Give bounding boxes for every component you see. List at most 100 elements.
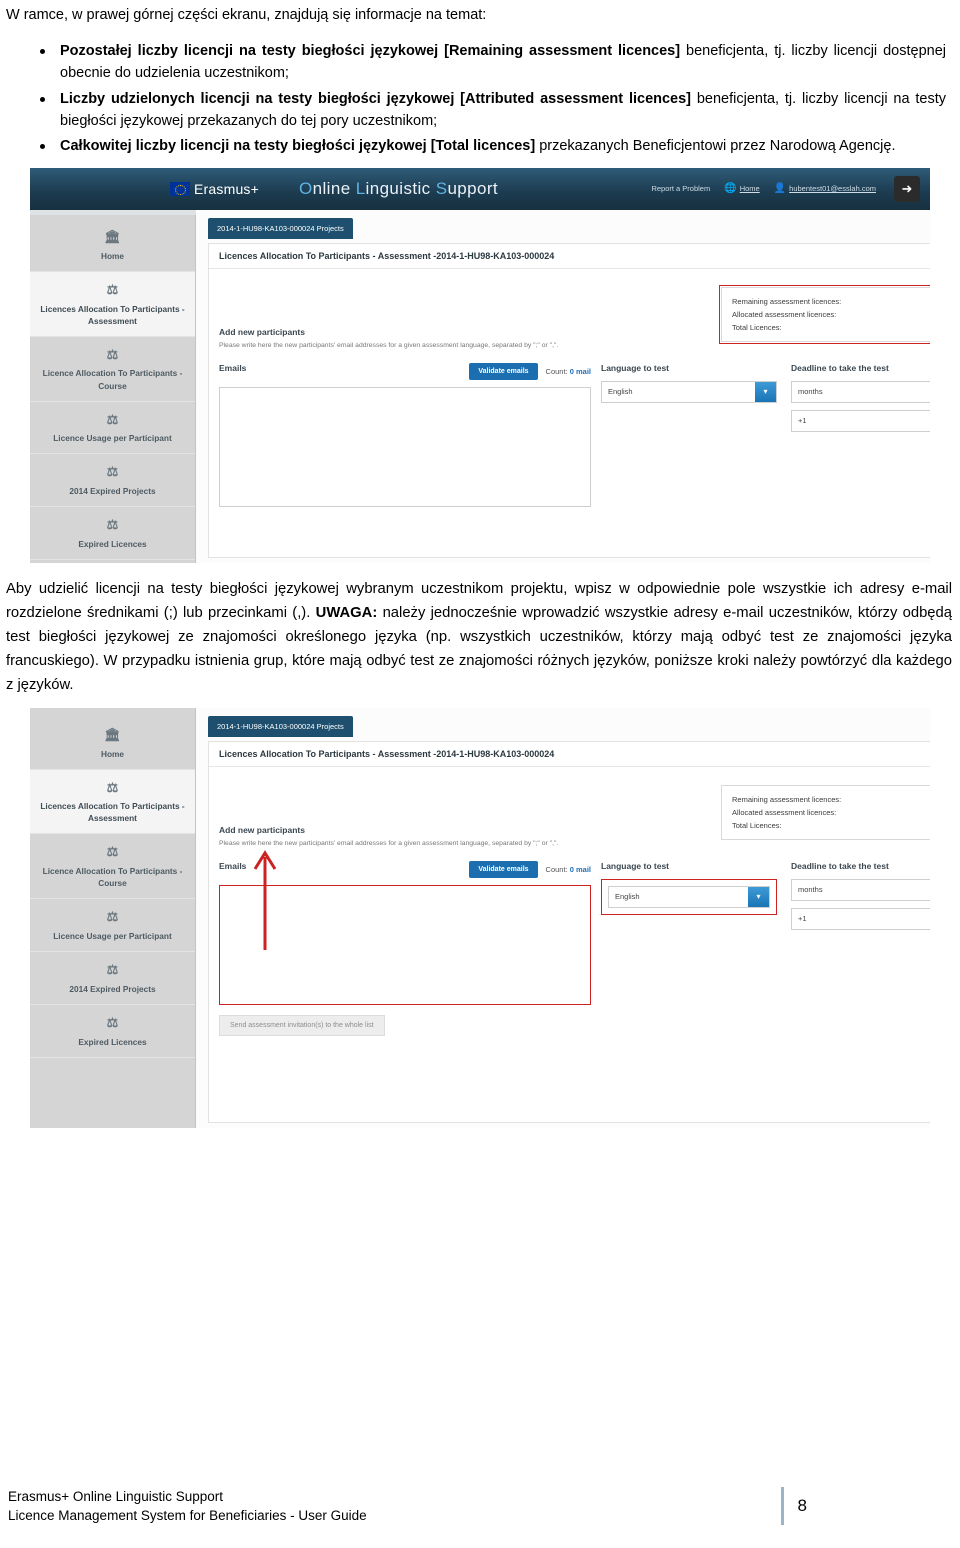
sidebar-item-label: Licences Allocation To Participants - As… (40, 801, 185, 824)
sidebar-item-home[interactable]: 🏛 Home (30, 712, 195, 770)
bullet-3-rest: przekazanych Beneficjentowi przez Narodo… (535, 138, 896, 155)
sidebar-item-licences-allocation-assessment[interactable]: ⚖ Licences Allocation To Participants - … (30, 769, 195, 835)
licence-label: Allocated assessment licences: (732, 807, 837, 817)
title-inguistic: inguistic (365, 178, 436, 198)
title-s: S (435, 178, 448, 198)
panel-body: Remaining assessment licences: 43 Alloca… (209, 269, 930, 507)
deadline-unit-select[interactable]: months ▾ (791, 878, 930, 901)
licence-summary-box: Remaining assessment licences: 43 Alloca… (721, 784, 930, 841)
count-prefix: Count: (545, 865, 570, 875)
licence-icon: ⚖ (106, 281, 119, 297)
emails-textarea[interactable] (219, 386, 591, 507)
sidebar-item-expired-licences[interactable]: ⚖ Expired Licences (30, 1005, 195, 1058)
body-paragraph: Aby udzielić licencji na testy biegłości… (6, 578, 952, 698)
sidebar-item-label: Expired Licences (78, 539, 147, 550)
language-selected-value: English (608, 387, 633, 397)
licence-icon: ⚖ (106, 909, 119, 925)
bullet-1-bold: Pozostałej liczby licencji na testy bieg… (60, 42, 681, 59)
licence-icon: ⚖ (106, 962, 119, 978)
language-label: Language to test (601, 860, 670, 871)
sidebar-item-licence-usage[interactable]: ⚖ Licence Usage per Participant (30, 899, 195, 953)
app-screenshot-top: Erasmus+ Online Linguistic Support Repor… (30, 167, 930, 568)
licence-icon: ⚖ (106, 844, 119, 860)
licence-row-allocated: Allocated assessment licences: 57 (732, 308, 930, 321)
main-content: 2014-1-HU98-KA103-000024 Projects Licenc… (196, 209, 930, 563)
deadline-label: Deadline to take the test (791, 860, 889, 871)
licence-icon: ⚖ (106, 517, 119, 533)
footer-page-area: 8 (780, 1486, 807, 1525)
sidebar-item-label: Home (100, 250, 125, 261)
sidebar-item-licence-allocation-course[interactable]: ⚖ Licence Allocation To Participants - C… (30, 834, 195, 900)
chevron-down-icon[interactable]: ▾ (755, 381, 776, 402)
chevron-down-icon[interactable]: ▾ (748, 886, 769, 907)
emails-column: Emails Validate emails Count: 0 mail (219, 363, 591, 507)
language-select[interactable]: English ▾ (601, 380, 777, 403)
sidebar-item-home[interactable]: 🏛 Home (30, 214, 195, 272)
add-participants-hint: Please write here the new participants' … (219, 341, 559, 349)
list-item: Pozostałej liczby licencji na testy bieg… (40, 40, 948, 85)
sidebar-item-licence-allocation-course[interactable]: ⚖ Licence Allocation To Participants - C… (30, 337, 195, 402)
licence-row-allocated: Allocated assessment licences: 57 (732, 806, 930, 819)
language-select[interactable]: English ▾ (608, 885, 770, 908)
licence-icon: ⚖ (106, 464, 119, 480)
licence-row-remaining: Remaining assessment licences: 43 (732, 295, 930, 308)
list-item: Liczby udzielonych licencji na testy bie… (40, 88, 948, 133)
deadline-unit-select[interactable]: months ▾ (791, 380, 930, 403)
count-prefix: Count: (545, 367, 570, 377)
paragraph-emphasis: UWAGA: (315, 604, 378, 621)
validate-emails-button[interactable]: Validate emails (469, 861, 538, 879)
sidebar-item-expired-projects[interactable]: ⚖ 2014 Expired Projects (30, 952, 195, 1006)
panel-body: Remaining assessment licences: 43 Alloca… (209, 767, 930, 1036)
sidebar: 🏛 Home ⚖ Licences Allocation To Particip… (30, 209, 196, 563)
content-panel: Licences Allocation To Participants - As… (208, 242, 930, 558)
app-navbar: Erasmus+ Online Linguistic Support Repor… (30, 167, 930, 215)
bullet-list: Pozostałej liczby licencji na testy bieg… (4, 40, 948, 158)
licence-row-remaining: Remaining assessment licences: 43 (732, 793, 930, 806)
sidebar-item-licences-allocation-assessment[interactable]: ⚖ Licences Allocation To Participants - … (30, 271, 195, 337)
emails-label: Emails (219, 362, 247, 373)
licence-label: Total Licences: (732, 821, 782, 830)
sidebar: 🏛 Home ⚖ Licences Allocation To Particip… (30, 707, 196, 1128)
app-body: 🏛 Home ⚖ Licences Allocation To Particip… (30, 209, 930, 563)
title-l: L (355, 178, 366, 198)
logout-icon[interactable]: ➜ (894, 175, 920, 202)
count-value: 0 mail (569, 865, 591, 875)
language-label: Language to test (601, 362, 670, 373)
deadline-amount-select[interactable]: +1 ▾ (791, 409, 930, 432)
bullet-3-bold: Całkowitej liczby licencji na testy bieg… (60, 138, 536, 155)
licence-icon: ⚖ (106, 411, 119, 427)
send-invitations-button[interactable]: Send assessment invitation(s) to the who… (219, 1014, 385, 1036)
deadline-column: Deadline to take the test months ▾ +1 ▾ (777, 861, 930, 1036)
project-tab[interactable]: 2014-1-HU98-KA103-000024 Projects (208, 217, 353, 239)
page-number: 8 (797, 1495, 807, 1515)
user-account-link[interactable]: 👤 hubentest01@esslah.com (774, 183, 876, 194)
licence-icon: ⚖ (106, 1015, 119, 1031)
sidebar-item-expired-licences[interactable]: ⚖ Expired Licences (30, 507, 195, 561)
sidebar-item-label: Licence Allocation To Participants - Cou… (42, 368, 183, 391)
deadline-amount-select[interactable]: +1 ▾ (791, 907, 930, 930)
project-tab[interactable]: 2014-1-HU98-KA103-000024 Projects (208, 715, 353, 737)
app-screenshot-bottom: 🏛 Home ⚖ Licences Allocation To Particip… (30, 707, 930, 1128)
page-title: Licences Allocation To Participants - As… (209, 244, 930, 269)
sidebar-item-licence-usage[interactable]: ⚖ Licence Usage per Participant (30, 402, 195, 455)
email-count: Count: 0 mail (546, 367, 591, 376)
deadline-label: Deadline to take the test (791, 362, 889, 373)
page-footer: Erasmus+ Online Linguistic Support Licen… (0, 1486, 960, 1526)
email-count: Count: 0 mail (546, 865, 591, 874)
globe-icon: 🌐 (724, 183, 737, 195)
app-body: 🏛 Home ⚖ Licences Allocation To Particip… (30, 707, 930, 1128)
home-link[interactable]: 🌐 Home (724, 183, 759, 194)
validate-emails-button[interactable]: Validate emails (469, 363, 538, 381)
sidebar-item-label: Licences Allocation To Participants - As… (40, 303, 185, 326)
page-title: Licences Allocation To Participants - As… (209, 742, 930, 767)
home-icon: 🏛 (104, 726, 121, 742)
report-problem-link[interactable]: Report a Problem (651, 184, 710, 193)
footer-line-1: Erasmus+ Online Linguistic Support (8, 1488, 223, 1504)
footer-text: Erasmus+ Online Linguistic Support Licen… (8, 1487, 367, 1526)
title-o: O (299, 178, 313, 198)
licence-label: Allocated assessment licences: (732, 310, 837, 320)
licence-row-total: Total Licences: 100 (732, 321, 930, 334)
content-panel: Licences Allocation To Participants - As… (208, 740, 930, 1123)
deadline-unit-value: months (798, 885, 823, 895)
sidebar-item-expired-projects[interactable]: ⚖ 2014 Expired Projects (30, 454, 195, 508)
